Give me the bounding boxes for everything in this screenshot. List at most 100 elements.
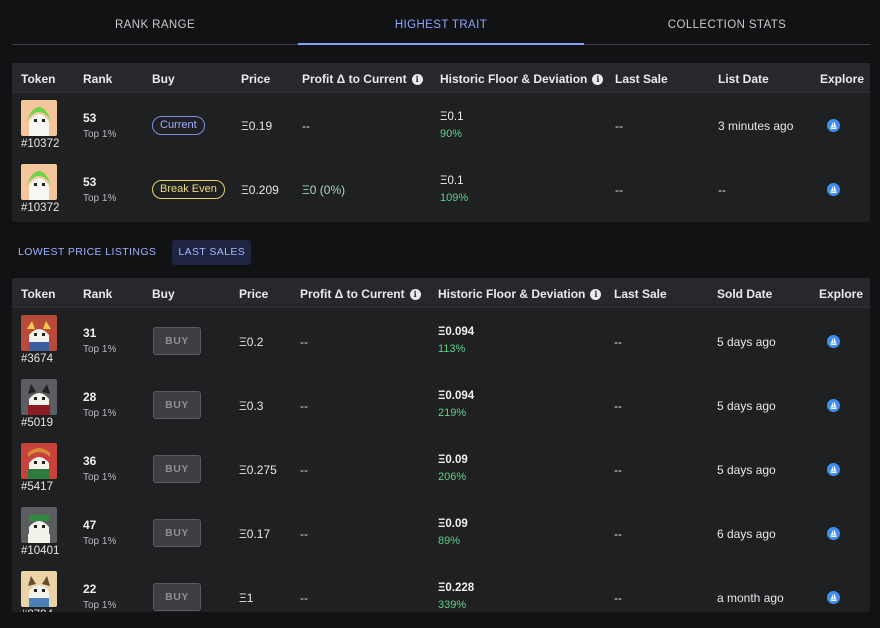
token-image[interactable] (21, 507, 57, 543)
tab-last-sales[interactable]: LAST SALES (172, 240, 252, 265)
info-icon[interactable]: i (409, 288, 421, 300)
price-value: Ξ0.3 (239, 399, 264, 413)
rank-percentile: Top 1% (83, 344, 117, 355)
rank-value: 53 (83, 175, 97, 189)
header-buy: Buy (152, 72, 175, 86)
opensea-ship-icon[interactable] (827, 591, 840, 604)
last-sale-value: -- (615, 183, 623, 197)
token-id[interactable]: #10372 (21, 138, 59, 150)
sold-date-value: 5 days ago (717, 335, 776, 349)
floor-value: Ξ0.094 (438, 326, 475, 338)
buy-button[interactable]: BUY (153, 327, 201, 355)
info-icon[interactable]: i (592, 73, 604, 85)
list-date-value: -- (718, 183, 726, 197)
listing-subtabs: LOWEST PRICE LISTINGS LAST SALES (12, 240, 261, 265)
current-badge[interactable]: Current (152, 116, 205, 135)
rank-percentile: Top 1% (83, 472, 117, 483)
token-image[interactable] (21, 315, 57, 351)
price-value: Ξ0.275 (239, 463, 277, 477)
header-profit: Profit Δ to Current i (302, 72, 423, 86)
header-list-date: List Date (718, 72, 769, 86)
table-header: Token Rank Buy Price Profit Δ to Current… (12, 63, 870, 93)
header-explore: Explore (819, 287, 864, 301)
header-floor-label: Historic Floor & Deviation (440, 72, 588, 86)
info-icon[interactable]: i (411, 73, 423, 85)
rank-percentile: Top 1% (83, 536, 117, 547)
table-row: #10372 53 Top 1% Break Even Ξ0.209 Ξ0 (0… (12, 158, 870, 222)
floor-cell: Ξ0.09 89% (438, 518, 468, 547)
header-buy: Buy (152, 287, 175, 301)
buy-button[interactable]: BUY (153, 391, 201, 419)
opensea-ship-icon[interactable] (827, 119, 840, 132)
profit-value: -- (300, 591, 308, 605)
opensea-ship-icon[interactable] (827, 527, 840, 540)
break-even-badge[interactable]: Break Even (152, 180, 225, 199)
buy-button[interactable]: BUY (153, 519, 201, 547)
token-id[interactable]: #5019 (21, 417, 53, 429)
floor-value: Ξ0.094 (438, 390, 475, 402)
deviation-value: 339% (438, 599, 467, 611)
opensea-ship-icon[interactable] (827, 335, 840, 348)
rank-percentile: Top 1% (83, 193, 117, 204)
rank-value: 53 (83, 111, 97, 125)
price-value: Ξ0.17 (239, 527, 271, 541)
token-image[interactable] (21, 100, 57, 136)
token-image[interactable] (21, 164, 57, 200)
rank-percentile: Top 1% (83, 408, 117, 419)
token-image[interactable] (21, 571, 57, 607)
info-icon[interactable]: i (590, 288, 602, 300)
token-id[interactable]: #10372 (21, 202, 59, 214)
header-last-sale: Last Sale (614, 287, 667, 301)
sold-date-value: 6 days ago (717, 527, 776, 541)
rank-value: 36 (83, 454, 97, 468)
deviation-value: 206% (438, 471, 467, 483)
last-sale-value: -- (614, 527, 622, 541)
header-floor: Historic Floor & Deviation i (440, 72, 604, 86)
tab-lowest-price-listings[interactable]: LOWEST PRICE LISTINGS (12, 240, 162, 265)
last-sale-value: -- (614, 399, 622, 413)
deviation-value: 90% (440, 128, 463, 140)
rank-value: 22 (83, 582, 97, 596)
sold-date-value: a month ago (717, 591, 784, 605)
rank-cell: 22 Top 1% (83, 582, 116, 611)
header-rank: Rank (83, 287, 113, 301)
header-token: Token (21, 72, 56, 86)
token-image[interactable] (21, 443, 57, 479)
floor-value: Ξ0.228 (438, 582, 475, 594)
token-image[interactable] (21, 379, 57, 415)
token-id[interactable]: #10401 (21, 545, 59, 557)
token-id[interactable]: #3674 (21, 353, 53, 365)
deviation-value: 113% (438, 343, 466, 355)
opensea-ship-icon[interactable] (827, 463, 840, 476)
header-explore: Explore (820, 72, 865, 86)
tab-highest-trait[interactable]: HIGHEST TRAIT (298, 0, 584, 45)
floor-value: Ξ0.09 (438, 454, 468, 466)
opensea-ship-icon[interactable] (827, 183, 840, 196)
header-rank: Rank (83, 72, 113, 86)
floor-cell: Ξ0.094 219% (438, 390, 474, 419)
opensea-ship-icon[interactable] (827, 399, 840, 412)
rank-cell: 47 Top 1% (83, 518, 116, 547)
profit-value: Ξ0 (0%) (302, 183, 346, 197)
table-row: #5417 36 Top 1% BUY Ξ0.275 -- Ξ0.09 206%… (12, 437, 870, 501)
header-last-sale: Last Sale (615, 72, 668, 86)
floor-cell: Ξ0.1 90% (440, 111, 463, 140)
floor-value: Ξ0.1 (440, 175, 464, 187)
main-tabs: RANK RANGE HIGHEST TRAIT COLLECTION STAT… (12, 0, 870, 45)
profit-value: -- (302, 119, 310, 133)
deviation-value: 89% (438, 535, 461, 547)
price-value: Ξ0.2 (239, 335, 264, 349)
highest-trait-table: Token Rank Buy Price Profit Δ to Current… (12, 63, 870, 222)
table-row: #8784 22 Top 1% BUY Ξ1 -- Ξ0.228 339% --… (12, 565, 870, 612)
token-id[interactable]: #5417 (21, 481, 53, 493)
tab-rank-range[interactable]: RANK RANGE (12, 0, 298, 44)
rank-cell: 36 Top 1% (83, 454, 116, 483)
profit-value: -- (300, 335, 308, 349)
rank-value: 47 (83, 518, 97, 532)
token-id[interactable]: #8784 (21, 609, 53, 612)
buy-button[interactable]: BUY (153, 583, 201, 611)
rank-cell: 53 Top 1% (83, 175, 116, 204)
tab-collection-stats[interactable]: COLLECTION STATS (584, 0, 870, 44)
buy-button[interactable]: BUY (153, 455, 201, 483)
table-row: #5019 28 Top 1% BUY Ξ0.3 -- Ξ0.094 219% … (12, 373, 870, 437)
